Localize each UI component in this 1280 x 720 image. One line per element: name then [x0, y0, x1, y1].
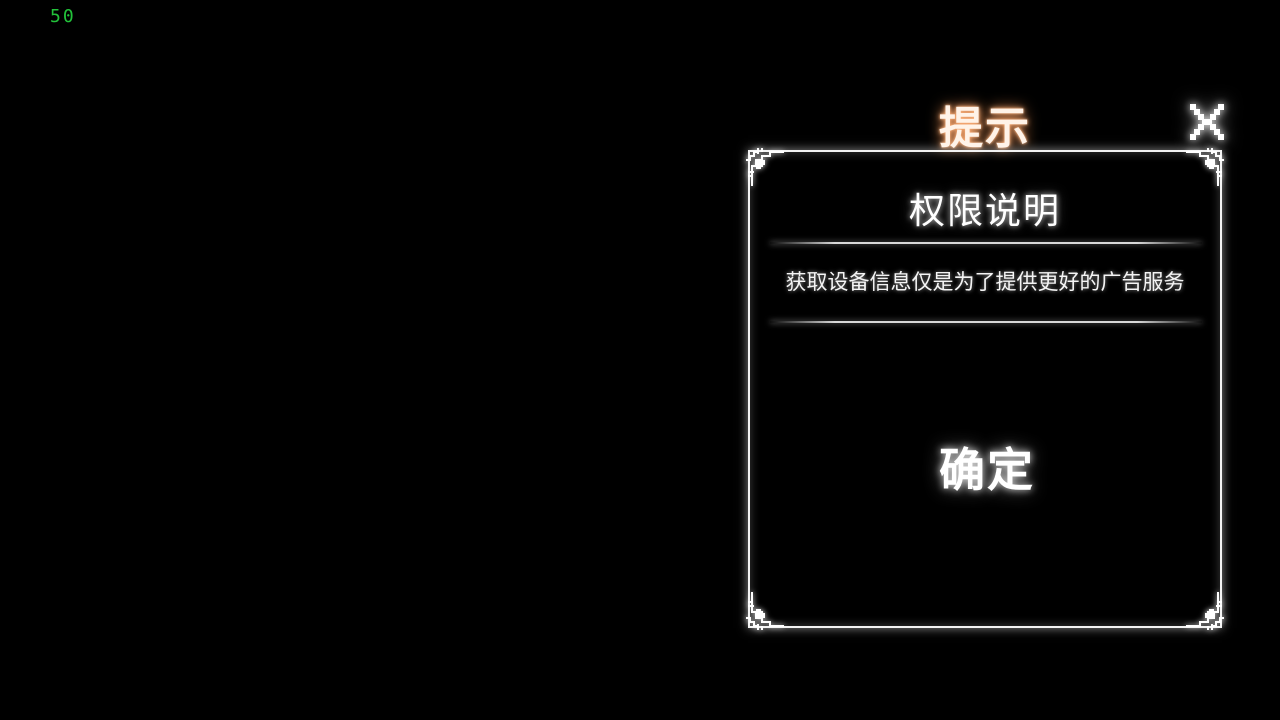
- permission-heading: 权限说明: [908, 191, 1061, 232]
- permission-message: 获取设备信息仅是为了提供更好的广告服务: [785, 270, 1185, 294]
- dialog-title: 提示: [939, 103, 1031, 154]
- close-x-icon: [1190, 104, 1224, 140]
- fps-counter: 50: [50, 6, 76, 27]
- game-screen: 50 提示 权限说明 获取设备信息仅是为了提供更好的广告服务 确定: [0, 0, 1280, 720]
- corner-ornament-icon: [746, 592, 784, 630]
- corner-ornament-icon: [1186, 592, 1224, 630]
- confirm-button[interactable]: 确定: [912, 438, 1062, 502]
- divider: [770, 321, 1202, 323]
- permission-dialog-panel: 权限说明 获取设备信息仅是为了提供更好的广告服务 确定: [746, 148, 1224, 630]
- divider: [770, 242, 1202, 244]
- close-button[interactable]: [1186, 100, 1228, 144]
